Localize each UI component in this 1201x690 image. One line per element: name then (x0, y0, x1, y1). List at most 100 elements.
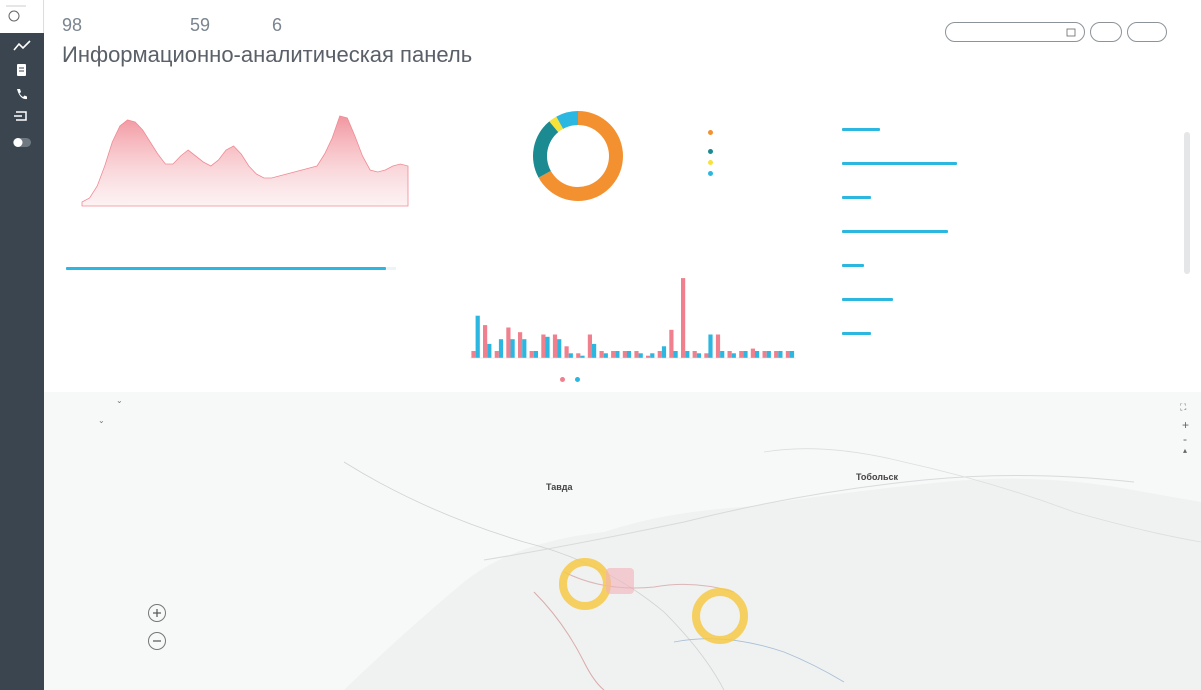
analytics-icon[interactable] (12, 38, 32, 54)
appeals-bar[interactable] (483, 325, 488, 358)
appeals-bar[interactable] (715, 334, 721, 359)
appeals-bar[interactable] (785, 351, 790, 358)
fullscreen-icon[interactable]: ⛶ (1180, 402, 1186, 413)
appeals-bar[interactable] (704, 353, 709, 358)
chevron-down-icon[interactable]: ⌄ (98, 416, 105, 425)
service-bar (842, 196, 871, 199)
stat-total-value: 98 (62, 15, 83, 35)
minus-icon (153, 640, 161, 642)
service-row (842, 230, 1180, 260)
map-cluster-1[interactable] (559, 558, 611, 610)
appeals-bar[interactable] (669, 329, 674, 358)
appeals-bar[interactable] (622, 351, 627, 358)
appeals-bar-chart (470, 278, 796, 359)
legend-item (708, 128, 798, 146)
appeals-bar[interactable] (696, 353, 701, 358)
appeals-bar[interactable] (731, 353, 736, 358)
appeals-bar[interactable] (789, 351, 795, 358)
appeals-bar[interactable] (661, 346, 667, 359)
appeals-bar[interactable] (518, 332, 523, 358)
appeals-bar[interactable] (487, 343, 492, 358)
calendar-icon (1066, 28, 1076, 37)
appeals-bar[interactable] (681, 278, 686, 358)
stat-total: 98 (62, 15, 86, 36)
appeals-bar[interactable] (762, 351, 767, 358)
sources-bar (66, 267, 387, 270)
services-scrollbar[interactable] (1184, 132, 1190, 274)
chevron-down-icon[interactable]: ⌄ (116, 396, 123, 405)
appeals-bar[interactable] (587, 334, 592, 359)
appeals-bar[interactable] (626, 351, 632, 358)
appeals-bar[interactable] (498, 339, 504, 358)
appeals-bar[interactable] (533, 351, 538, 358)
appeals-bar[interactable] (541, 334, 546, 359)
appeals-bar[interactable] (638, 353, 643, 358)
exit-icon[interactable] (12, 108, 32, 124)
incidents-area (81, 115, 409, 207)
zoom-in-button[interactable] (148, 604, 166, 622)
appeals-bar[interactable] (529, 351, 534, 358)
document-icon[interactable] (12, 62, 32, 78)
service-row (842, 128, 1180, 158)
appeals-bar[interactable] (766, 351, 771, 358)
appeals-bar[interactable] (545, 336, 550, 358)
appeals-bar[interactable] (650, 353, 655, 358)
compass-icon[interactable]: ▴ (1183, 446, 1187, 455)
legend-item (708, 146, 798, 157)
appeals-bar[interactable] (615, 351, 620, 358)
zoom-out-button[interactable] (148, 632, 166, 650)
appeals-bar[interactable] (599, 351, 604, 358)
appeals-bar[interactable] (755, 351, 760, 358)
sources-track (66, 267, 396, 270)
filter-button-2[interactable] (1127, 22, 1167, 42)
appeals-bar[interactable] (692, 351, 697, 358)
appeals-bar[interactable] (685, 351, 690, 358)
appeals-bar[interactable] (611, 351, 616, 358)
appeals-bar[interactable] (557, 339, 562, 358)
stat-completed-value: 6 (272, 15, 283, 35)
appeals-bar[interactable] (778, 351, 783, 358)
appeals-bar[interactable] (774, 351, 779, 358)
appeals-bar[interactable] (475, 315, 480, 358)
legend-swatch (560, 377, 565, 382)
appeals-bar[interactable] (522, 339, 527, 358)
appeals-bar[interactable] (657, 351, 662, 358)
appeals-bar[interactable] (743, 351, 748, 358)
map[interactable]: ⌄ ⌄ Тавда Тобольск ⛶ + - ▴ (44, 392, 1201, 690)
appeals-bar[interactable] (750, 348, 755, 358)
appeals-bar[interactable] (603, 353, 608, 358)
toggle-switch[interactable] (12, 134, 32, 150)
statuses-legend (708, 128, 798, 179)
appeals-bar[interactable] (471, 351, 476, 358)
appeals-bar[interactable] (720, 351, 725, 358)
home-icon[interactable] (0, 0, 44, 33)
appeals-bar[interactable] (727, 351, 732, 358)
appeals-bar[interactable] (580, 355, 585, 358)
appeals-bar[interactable] (510, 339, 515, 358)
service-bar (842, 264, 865, 267)
appeals-bar[interactable] (673, 351, 678, 358)
map-cluster-2[interactable] (692, 588, 748, 644)
appeals-bar[interactable] (708, 334, 713, 359)
appeals-bar[interactable] (592, 343, 597, 358)
appeals-legend-item (560, 377, 567, 382)
appeals-bar[interactable] (576, 353, 581, 358)
filter-button-1[interactable] (1090, 22, 1122, 42)
appeals-bar[interactable] (634, 351, 639, 358)
statuses-donut-chart (533, 111, 624, 201)
map-zoom-plus-icon[interactable]: + (1182, 418, 1189, 432)
appeals-bar[interactable] (494, 351, 499, 358)
appeals-bar[interactable] (646, 355, 651, 358)
appeals-bar[interactable] (568, 353, 573, 358)
date-range-input[interactable] (945, 22, 1085, 42)
map-zoom-minus-icon[interactable]: - (1183, 432, 1187, 446)
appeals-bar[interactable] (552, 334, 558, 359)
appeals-bar[interactable] (506, 327, 511, 359)
legend-item (708, 168, 798, 179)
legend-swatch (708, 149, 713, 154)
appeals-bar[interactable] (739, 351, 744, 358)
donut-slice[interactable] (533, 121, 559, 178)
phone-icon[interactable] (12, 86, 32, 102)
incidents-area-chart (81, 115, 409, 207)
appeals-bar[interactable] (564, 346, 569, 359)
